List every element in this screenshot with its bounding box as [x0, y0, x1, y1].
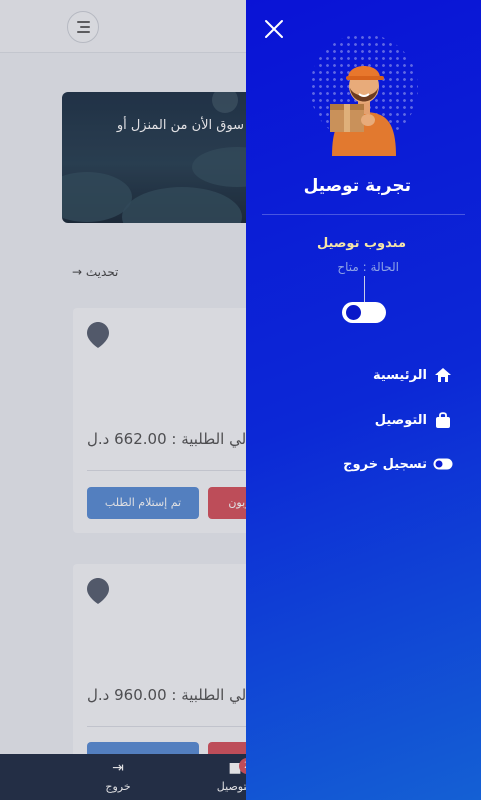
close-icon[interactable] [263, 18, 285, 40]
drawer-divider [262, 214, 465, 215]
brand-name: تجربة توصيل [303, 176, 411, 196]
menu-item-delivery[interactable]: التوصيل [375, 408, 453, 432]
menu-item-label: تسجيل خروج [343, 456, 427, 472]
menu-item-home[interactable]: الرئيسية [373, 363, 453, 387]
menu-item-label: الرئيسية [372, 367, 427, 383]
side-drawer: تجربة توصيل مندوب توصيل الحالة : متاح ال… [246, 0, 481, 800]
menu-item-label: التوصيل [374, 412, 427, 428]
availability-status: الحالة : متاح [337, 260, 399, 274]
toggle-icon [433, 455, 453, 473]
delivery-man-illustration [330, 66, 396, 156]
toggle-connector [364, 276, 365, 302]
menu-item-logout[interactable]: تسجيل خروج [343, 452, 453, 476]
home-icon [433, 366, 453, 384]
user-role: مندوب توصيل [316, 236, 406, 251]
toggle-knob [346, 305, 361, 320]
bag-icon [433, 411, 453, 429]
availability-toggle[interactable] [342, 302, 386, 323]
